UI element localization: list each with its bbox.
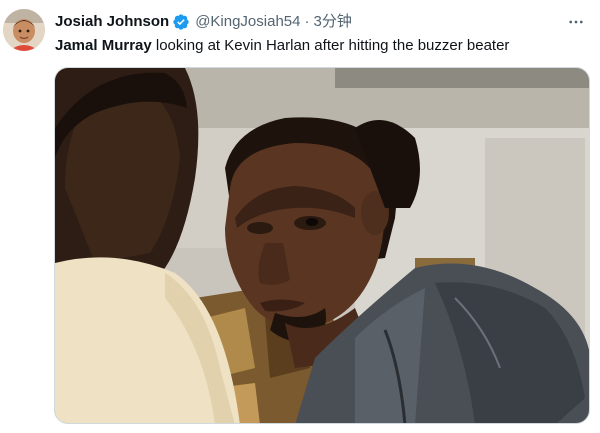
tweet-timestamp[interactable]: 3分钟 [313, 12, 351, 32]
more-horizontal-icon [569, 20, 583, 24]
author-display-name[interactable]: Josiah Johnson [55, 12, 169, 32]
tweet-media[interactable] [54, 67, 590, 424]
tweet-body: looking at Kevin Harlan after hitting th… [151, 37, 510, 54]
verified-badge-icon [172, 13, 190, 31]
meme-photo [55, 68, 589, 423]
author-handle[interactable]: @KingJosiah54 [195, 12, 300, 32]
separator-dot: · [304, 13, 310, 30]
avatar-image [3, 9, 45, 51]
tweet-header: Josiah Johnson @KingJosiah54 · 3分钟 [55, 12, 352, 32]
more-options-button[interactable] [564, 10, 588, 34]
author-avatar[interactable] [3, 9, 45, 51]
tweet-text: Jamal Murray looking at Kevin Harlan aft… [55, 36, 585, 56]
tweet-mention: Jamal Murray [55, 37, 152, 54]
tweet-card[interactable]: Josiah Johnson @KingJosiah54 · 3分钟 Jamal… [0, 0, 600, 433]
